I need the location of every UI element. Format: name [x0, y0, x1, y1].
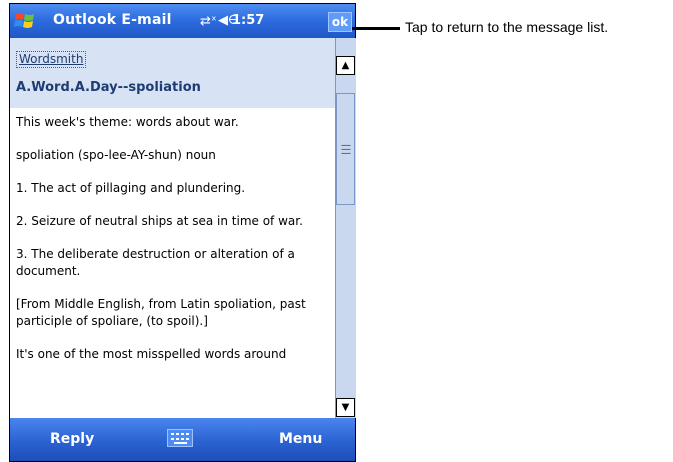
ok-button[interactable]: ok: [328, 12, 352, 32]
scroll-thumb[interactable]: — — —: [336, 93, 355, 205]
body-paragraph: It's one of the most misspelled words ar…: [16, 347, 287, 361]
scroll-up-button[interactable]: ▲: [336, 56, 355, 75]
title-bar: Outlook E-mail ⇄ˣ ◀∈ 1:57 ok: [10, 4, 355, 38]
vertical-scrollbar[interactable]: ▲ — — — ▼: [335, 38, 356, 418]
body-paragraph: 2. Seizure of neutral ships at sea in ti…: [16, 214, 303, 228]
message-subject: A.Word.A.Day--spoliation: [16, 80, 201, 95]
body-paragraph: [From Middle English, from Latin spoliat…: [16, 297, 306, 328]
keyboard-icon[interactable]: [167, 429, 193, 447]
callout-line: [352, 27, 400, 30]
body-paragraph: 3. The deliberate destruction or alterat…: [16, 247, 295, 278]
windows-start-icon[interactable]: [14, 10, 36, 32]
menu-softkey[interactable]: Menu: [279, 431, 322, 447]
sender-link[interactable]: Wordsmith: [16, 51, 87, 68]
app-title[interactable]: Outlook E-mail: [53, 12, 172, 28]
scroll-down-button[interactable]: ▼: [336, 398, 355, 417]
message-body[interactable]: This week's theme: words about war. spol…: [16, 114, 332, 379]
body-paragraph: spoliation (spo-lee-AY-shun) noun: [16, 148, 216, 162]
message-header: Wordsmith A.Word.A.Day--spoliation: [10, 38, 335, 108]
callout-text: Tap to return to the message list.: [405, 19, 609, 35]
pocket-pc-screen: Outlook E-mail ⇄ˣ ◀∈ 1:57 ok Wordsmith A…: [9, 3, 356, 462]
body-paragraph: 1. The act of pillaging and plundering.: [16, 181, 246, 195]
grip-icon: — — —: [341, 140, 351, 159]
signal-icon[interactable]: ⇄ˣ: [200, 15, 217, 28]
menu-bar: Reply Menu: [10, 418, 355, 461]
reply-softkey[interactable]: Reply: [50, 431, 94, 447]
clock[interactable]: 1:57: [232, 13, 264, 28]
body-paragraph: This week's theme: words about war.: [16, 115, 239, 129]
